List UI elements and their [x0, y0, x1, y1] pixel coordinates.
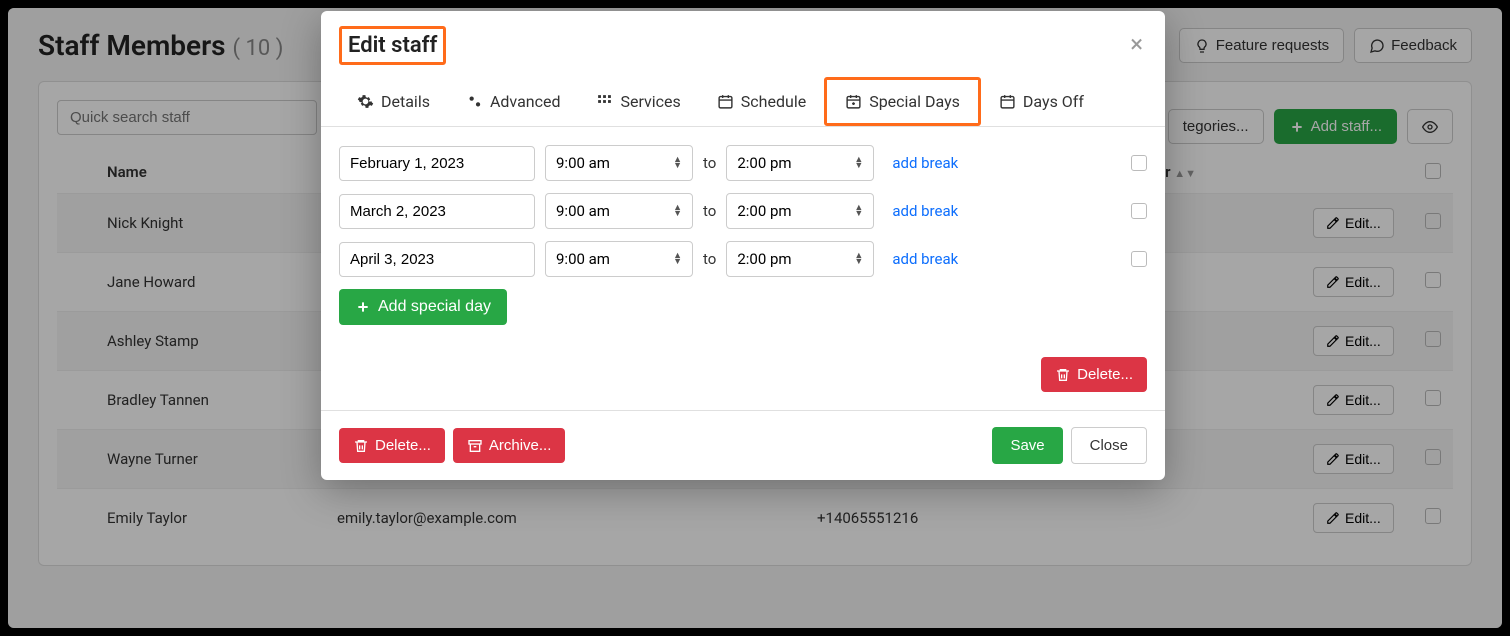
tab-details[interactable]: Details — [339, 77, 448, 126]
modal-title: Edit staff — [339, 26, 446, 65]
to-time-select[interactable]: 2:00 pm ▲▼ — [726, 241, 874, 277]
tab-schedule[interactable]: Schedule — [699, 77, 824, 126]
add-special-day-label: Add special day — [378, 298, 491, 316]
from-time-value: 9:00 am — [556, 154, 610, 172]
caret-icon: ▲▼ — [673, 205, 682, 217]
tab-schedule-label: Schedule — [741, 92, 806, 111]
from-time-select[interactable]: 9:00 am ▲▼ — [545, 193, 693, 229]
add-break-link[interactable]: add break — [892, 250, 958, 268]
caret-icon: ▲▼ — [854, 253, 863, 265]
add-break-link[interactable]: add break — [892, 202, 958, 220]
date-input[interactable] — [339, 146, 535, 181]
tab-services-label: Services — [620, 92, 680, 111]
archive-icon — [467, 438, 483, 454]
tab-advanced-label: Advanced — [490, 92, 561, 111]
day-row-checkbox[interactable] — [1131, 203, 1147, 219]
to-time-select[interactable]: 2:00 pm ▲▼ — [726, 193, 874, 229]
archive-staff-label: Archive... — [489, 437, 552, 454]
special-day-row: 9:00 am ▲▼ to 2:00 pm ▲▼ add break — [339, 145, 1147, 181]
close-button[interactable]: Close — [1071, 427, 1147, 464]
delete-staff-button[interactable]: Delete... — [339, 428, 445, 463]
to-time-value: 2:00 pm — [737, 154, 791, 172]
tab-details-label: Details — [381, 92, 430, 111]
delete-days-label: Delete... — [1077, 366, 1133, 383]
trash-icon — [1055, 367, 1071, 383]
plus-icon — [355, 299, 371, 315]
from-time-select[interactable]: 9:00 am ▲▼ — [545, 241, 693, 277]
from-time-value: 9:00 am — [556, 202, 610, 220]
add-special-day-button[interactable]: Add special day — [339, 289, 507, 325]
day-row-checkbox[interactable] — [1131, 155, 1147, 171]
calendar-plus-icon — [845, 93, 862, 110]
to-text: to — [703, 154, 716, 172]
add-break-link[interactable]: add break — [892, 154, 958, 172]
to-time-select[interactable]: 2:00 pm ▲▼ — [726, 145, 874, 181]
special-day-row: 9:00 am ▲▼ to 2:00 pm ▲▼ add break — [339, 241, 1147, 277]
caret-icon: ▲▼ — [854, 157, 863, 169]
from-time-select[interactable]: 9:00 am ▲▼ — [545, 145, 693, 181]
trash-icon — [353, 438, 369, 454]
archive-staff-button[interactable]: Archive... — [453, 428, 566, 463]
caret-icon: ▲▼ — [673, 157, 682, 169]
special-day-row: 9:00 am ▲▼ to 2:00 pm ▲▼ add break — [339, 193, 1147, 229]
tab-days-off-label: Days Off — [1023, 92, 1084, 111]
to-text: to — [703, 250, 716, 268]
grid-icon — [596, 93, 613, 110]
calendar-blank-icon — [999, 93, 1016, 110]
to-text: to — [703, 202, 716, 220]
calendar-icon — [717, 93, 734, 110]
to-time-value: 2:00 pm — [737, 250, 791, 268]
gear-icon — [357, 93, 374, 110]
caret-icon: ▲▼ — [673, 253, 682, 265]
close-icon[interactable]: × — [1126, 26, 1147, 62]
edit-staff-modal: Edit staff × Details Advanced Services S… — [321, 11, 1165, 480]
delete-staff-label: Delete... — [375, 437, 431, 454]
gears-icon — [466, 93, 483, 110]
save-button[interactable]: Save — [992, 427, 1062, 464]
delete-days-button[interactable]: Delete... — [1041, 357, 1147, 392]
tab-special-days-label: Special Days — [869, 92, 960, 111]
from-time-value: 9:00 am — [556, 250, 610, 268]
tab-services[interactable]: Services — [578, 77, 698, 126]
day-row-checkbox[interactable] — [1131, 251, 1147, 267]
to-time-value: 2:00 pm — [737, 202, 791, 220]
caret-icon: ▲▼ — [854, 205, 863, 217]
date-input[interactable] — [339, 194, 535, 229]
tab-special-days[interactable]: Special Days — [824, 77, 981, 126]
tab-days-off[interactable]: Days Off — [981, 77, 1102, 126]
date-input[interactable] — [339, 242, 535, 277]
tab-advanced[interactable]: Advanced — [448, 77, 579, 126]
